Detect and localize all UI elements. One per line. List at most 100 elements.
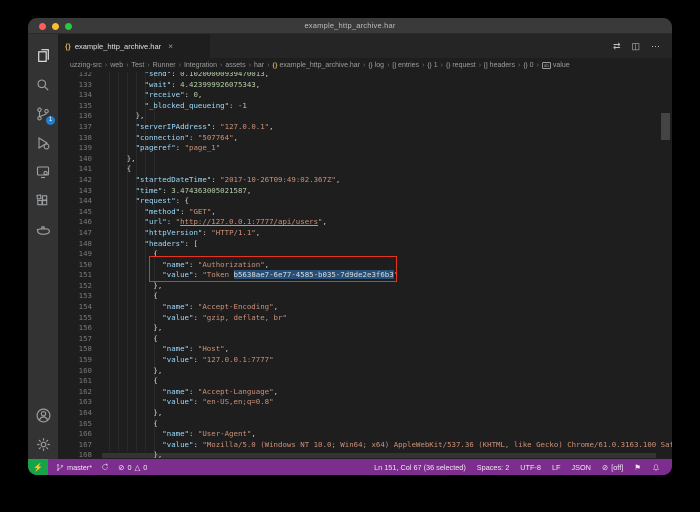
breadcrumb-item-har[interactable]: har <box>254 62 264 69</box>
line-number[interactable]: 149 <box>58 249 92 260</box>
feedback-button[interactable]: ⚑ <box>634 463 641 472</box>
line-number[interactable]: 161 <box>58 376 92 387</box>
line-number[interactable]: 144 <box>58 196 92 207</box>
remote-indicator[interactable]: ⚡ <box>28 459 48 475</box>
activitybar-search-icon[interactable] <box>31 70 55 99</box>
code-line[interactable]: 146 "url": "http://127.0.0.1:7777/api/us… <box>58 217 672 228</box>
code-line[interactable]: 162 "name": "Accept-Language", <box>58 387 672 398</box>
breadcrumb-item-1[interactable]: {}1 <box>427 62 437 69</box>
line-number[interactable]: 134 <box>58 90 92 101</box>
code-line[interactable]: 152 }, <box>58 281 672 292</box>
cursor-position-status[interactable]: Ln 151, Col 67 (36 selected) <box>374 463 466 472</box>
code-line[interactable]: 150 "name": "Authorization", <box>58 260 672 271</box>
line-number[interactable]: 137 <box>58 122 92 133</box>
line-number[interactable]: 152 <box>58 281 92 292</box>
activitybar-explorer-icon[interactable] <box>31 41 55 70</box>
line-number[interactable]: 136 <box>58 111 92 122</box>
code-line[interactable]: 151 "value": "Token b5638ae7-6e77-4585-b… <box>58 270 672 281</box>
activitybar-source-control-icon[interactable]: 1 <box>31 99 55 128</box>
code-line[interactable]: 163 "value": "en-US,en;q=0.8" <box>58 397 672 408</box>
line-number[interactable]: 155 <box>58 313 92 324</box>
activitybar-extensions-icon[interactable] <box>31 186 55 215</box>
line-number[interactable]: 160 <box>58 366 92 377</box>
code-line[interactable]: 134 "receive": 0, <box>58 90 672 101</box>
code-line[interactable]: 135 "_blocked_queueing": -1 <box>58 101 672 112</box>
code-line[interactable]: 147 "httpVersion": "HTTP/1.1", <box>58 228 672 239</box>
breadcrumb-item-uzzing-src[interactable]: uzzing-src <box>70 62 102 69</box>
open-changes-icon[interactable]: ⇄ <box>613 42 621 51</box>
close-window-button[interactable] <box>39 23 46 30</box>
code-line[interactable]: 132 "send": 0.10200000939470013, <box>58 72 672 80</box>
activitybar-accounts-icon[interactable] <box>31 401 55 430</box>
git-branch-status[interactable]: master* <box>56 463 92 472</box>
line-number[interactable]: 135 <box>58 101 92 112</box>
line-number[interactable]: 158 <box>58 344 92 355</box>
breadcrumb-item-entries[interactable]: []entries <box>392 62 419 69</box>
code-line[interactable]: 145 "method": "GET", <box>58 207 672 218</box>
code-line[interactable]: 155 "value": "gzip, deflate, br" <box>58 313 672 324</box>
code-line[interactable]: 166 "name": "User-Agent", <box>58 429 672 440</box>
breadcrumb-item-0[interactable]: {}0 <box>523 62 533 69</box>
activitybar-settings-icon[interactable] <box>31 430 55 459</box>
code-line[interactable]: 156 }, <box>58 323 672 334</box>
code-line[interactable]: 161 { <box>58 376 672 387</box>
line-number[interactable]: 159 <box>58 355 92 366</box>
code-line[interactable]: 142 "startedDateTime": "2017-10-26T09:49… <box>58 175 672 186</box>
activitybar-remote-explorer-icon[interactable] <box>31 157 55 186</box>
line-number[interactable]: 146 <box>58 217 92 228</box>
breadcrumb-item-headers[interactable]: []headers <box>484 62 515 69</box>
line-number[interactable]: 138 <box>58 133 92 144</box>
zoom-window-button[interactable] <box>65 23 72 30</box>
breadcrumb-item-runner[interactable]: Runner <box>153 62 176 69</box>
line-number[interactable]: 132 <box>58 72 92 80</box>
line-number[interactable]: 154 <box>58 302 92 313</box>
eol-status[interactable]: LF <box>552 463 561 472</box>
indentation-status[interactable]: Spaces: 2 <box>477 463 509 472</box>
code-line[interactable]: 140 }, <box>58 154 672 165</box>
code-line[interactable]: 158 "name": "Host", <box>58 344 672 355</box>
line-number[interactable]: 141 <box>58 164 92 175</box>
screencast-status[interactable]: ⊘ [off] <box>602 463 623 472</box>
line-number[interactable]: 142 <box>58 175 92 186</box>
line-number[interactable]: 166 <box>58 429 92 440</box>
code-line[interactable]: 144 "request": { <box>58 196 672 207</box>
line-number[interactable]: 139 <box>58 143 92 154</box>
code-line[interactable]: 157 { <box>58 334 672 345</box>
line-number[interactable]: 147 <box>58 228 92 239</box>
code-line[interactable]: 133 "wait": 4.423999926075343, <box>58 80 672 91</box>
code-line[interactable]: 148 "headers": [ <box>58 239 672 250</box>
vertical-scrollbar[interactable] <box>661 113 670 140</box>
line-number[interactable]: 157 <box>58 334 92 345</box>
line-number[interactable]: 150 <box>58 260 92 271</box>
line-number[interactable]: 156 <box>58 323 92 334</box>
breadcrumb-item-value[interactable]: abvalue <box>542 62 570 69</box>
code-line[interactable]: 159 "value": "127.0.0.1:7777" <box>58 355 672 366</box>
line-number[interactable]: 133 <box>58 80 92 91</box>
breadcrumb-item-log[interactable]: {}log <box>368 62 384 69</box>
editor-pane[interactable]: 132 "send": 0.10200000939470013,133 "wai… <box>58 72 672 459</box>
line-number[interactable]: 163 <box>58 397 92 408</box>
line-number[interactable]: 167 <box>58 440 92 451</box>
breadcrumb-item-example-http-archive-har[interactable]: {}example_http_archive.har <box>272 62 360 69</box>
line-number[interactable]: 164 <box>58 408 92 419</box>
encoding-status[interactable]: UTF-8 <box>520 463 541 472</box>
code-line[interactable]: 141 { <box>58 164 672 175</box>
code-line[interactable]: 153 { <box>58 291 672 302</box>
line-number[interactable]: 145 <box>58 207 92 218</box>
breadcrumb-item-request[interactable]: {}request <box>446 62 476 69</box>
horizontal-scrollbar[interactable] <box>102 453 656 458</box>
line-number[interactable]: 140 <box>58 154 92 165</box>
code-line[interactable]: 149 { <box>58 249 672 260</box>
notifications-button[interactable] <box>652 463 660 472</box>
line-number[interactable]: 151 <box>58 270 92 281</box>
breadcrumb-item-test[interactable]: Test <box>131 62 144 69</box>
activitybar-run-debug-icon[interactable] <box>31 128 55 157</box>
code-line[interactable]: 139 "pageref": "page_1" <box>58 143 672 154</box>
split-editor-icon[interactable]: ◫ <box>631 42 640 51</box>
code-line[interactable]: 164 }, <box>58 408 672 419</box>
code-line[interactable]: 138 "connection": "507764", <box>58 133 672 144</box>
line-number[interactable]: 162 <box>58 387 92 398</box>
sync-changes-button[interactable] <box>101 463 109 471</box>
line-number[interactable]: 143 <box>58 186 92 197</box>
tab-example-http-archive[interactable]: {} example_http_archive.har × <box>58 34 210 58</box>
